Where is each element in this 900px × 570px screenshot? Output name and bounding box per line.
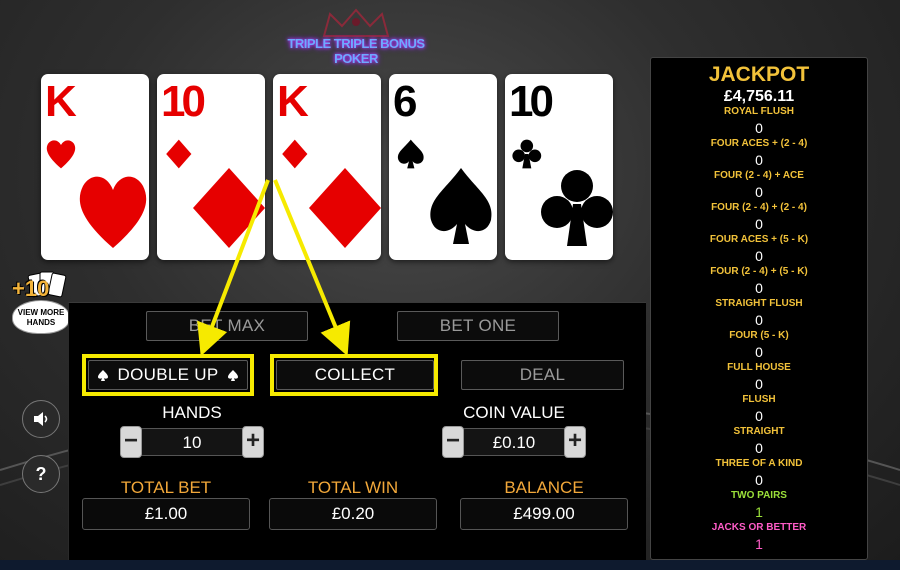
paytable-hand-name: FOUR ACES + (2 - 4) xyxy=(710,138,808,149)
paytable-hand-name: TWO PAIRS xyxy=(731,490,787,501)
paytable-hand-count: 0 xyxy=(755,248,763,264)
game-title: TRIPLE TRIPLE BONUS POKER xyxy=(287,36,425,66)
paytable-hand-name: FOUR (2 - 4) + (2 - 4) xyxy=(711,202,807,213)
help-icon: ? xyxy=(35,463,47,484)
collect-label: COLLECT xyxy=(314,365,396,384)
spade-icon xyxy=(98,370,108,381)
card-4[interactable]: 6 xyxy=(389,74,497,260)
double-up-button[interactable]: DOUBLE UP xyxy=(88,360,248,390)
logo-suits-icon xyxy=(322,8,390,37)
bet-one-button[interactable]: BET ONE xyxy=(397,311,559,341)
hands-stepper[interactable]: 10 − + xyxy=(120,425,264,459)
deal-label: DEAL xyxy=(519,365,566,384)
bottom-strip xyxy=(0,560,900,570)
heart-icon xyxy=(79,176,147,248)
paytable-hand-count: 0 xyxy=(755,344,763,360)
help-button[interactable]: ? xyxy=(22,455,60,493)
coin-value-stepper[interactable]: £0.10 − + xyxy=(442,425,586,459)
card-rank: 10 xyxy=(509,77,554,126)
paytable-hand-count: 0 xyxy=(755,152,763,168)
paytable-hand-count: 0 xyxy=(755,280,763,296)
card-rank: 6 xyxy=(393,77,418,126)
sound-button[interactable] xyxy=(22,400,60,438)
paytable-hand-count: 1 xyxy=(755,536,763,552)
jackpot-amount: £4,756.11 xyxy=(723,88,795,105)
balance-value: £499.00 xyxy=(460,498,628,530)
paytable-hand-name: ROYAL FLUSH xyxy=(723,106,794,117)
paytable-hand-name: FOUR (2 - 4) + (5 - K) xyxy=(710,266,808,277)
game-logo: TRIPLE TRIPLE BONUS POKER xyxy=(282,6,430,72)
paytable-hand-count: 0 xyxy=(755,408,763,424)
club-icon xyxy=(541,170,613,246)
card-5[interactable]: 10 xyxy=(505,74,613,260)
paytable-hand-name: THREE OF A KIND xyxy=(715,458,803,469)
coin-value-label: COIN VALUE xyxy=(463,403,565,422)
bet-one-label: BET ONE xyxy=(439,316,517,335)
paytable-hand-count: 0 xyxy=(755,440,763,456)
view-more-label: VIEW MORE HANDS xyxy=(12,308,70,328)
paytable-hand-name: STRAIGHT FLUSH xyxy=(715,298,803,309)
card-rank: K xyxy=(45,77,77,126)
deal-button[interactable]: DEAL xyxy=(461,360,624,390)
hand-count-badge: +10 xyxy=(12,276,50,301)
view-more-hands-button[interactable]: +10 VIEW MORE HANDS xyxy=(6,270,70,334)
card-1[interactable]: K xyxy=(41,74,149,260)
paytable-hand-name: FLUSH xyxy=(742,394,776,405)
paytable-hand-name: STRAIGHT xyxy=(733,426,785,437)
total-bet-label: TOTAL BET xyxy=(120,478,212,497)
paytable-hand-name: FOUR (5 - K) xyxy=(729,330,789,341)
bet-max-label: BET MAX xyxy=(188,316,266,335)
collect-button[interactable]: COLLECT xyxy=(276,360,434,390)
spade-icon xyxy=(228,370,238,381)
paytable-hand-count: 0 xyxy=(755,216,763,232)
paytable-hand-count: 0 xyxy=(755,472,763,488)
card-rank: 10 xyxy=(161,77,206,126)
paytable-hand-name: FOUR (2 - 4) + ACE xyxy=(714,170,804,181)
coin-value-minus-button[interactable]: − xyxy=(442,426,464,458)
paytable-hand-name: FOUR ACES + (5 - K) xyxy=(709,234,809,245)
view-more-line1: VIEW MORE xyxy=(17,308,65,317)
hands-label: HANDS xyxy=(162,403,222,422)
total-bet-value: £1.00 xyxy=(82,498,250,530)
jackpot-paytable: JACKPOT £4,756.11 ROYAL FLUSH 0 FOUR ACES … xyxy=(650,57,868,560)
total-win-value: £0.20 xyxy=(269,498,437,530)
hands-plus-button[interactable]: + xyxy=(242,426,264,458)
paytable-hand-count: 0 xyxy=(755,120,763,136)
paytable-hand-name: JACKS OR BETTER xyxy=(711,522,807,533)
card-2[interactable]: 10 xyxy=(157,74,265,260)
balance-label: BALANCE xyxy=(504,478,584,497)
jackpot-title: JACKPOT xyxy=(708,63,810,86)
hands-minus-button[interactable]: − xyxy=(120,426,142,458)
total-win-label: TOTAL WIN xyxy=(307,478,399,497)
paytable-hand-count: 1 xyxy=(755,504,763,520)
view-more-line2: HANDS xyxy=(26,318,56,327)
spade-icon xyxy=(430,168,492,244)
coin-value-plus-button[interactable]: + xyxy=(564,426,586,458)
diamond-icon xyxy=(193,168,265,248)
bet-max-button[interactable]: BET MAX xyxy=(146,311,308,341)
double-up-label: DOUBLE UP xyxy=(117,365,219,384)
paytable-hand-name: FULL HOUSE xyxy=(727,362,791,373)
card-rank: K xyxy=(277,77,309,126)
paytable-hand-count: 0 xyxy=(755,184,763,200)
speaker-icon xyxy=(34,412,48,426)
paytable-hand-count: 0 xyxy=(755,312,763,328)
card-3[interactable]: K xyxy=(273,74,381,260)
paytable-hand-count: 0 xyxy=(755,376,763,392)
diamond-icon xyxy=(309,168,381,248)
